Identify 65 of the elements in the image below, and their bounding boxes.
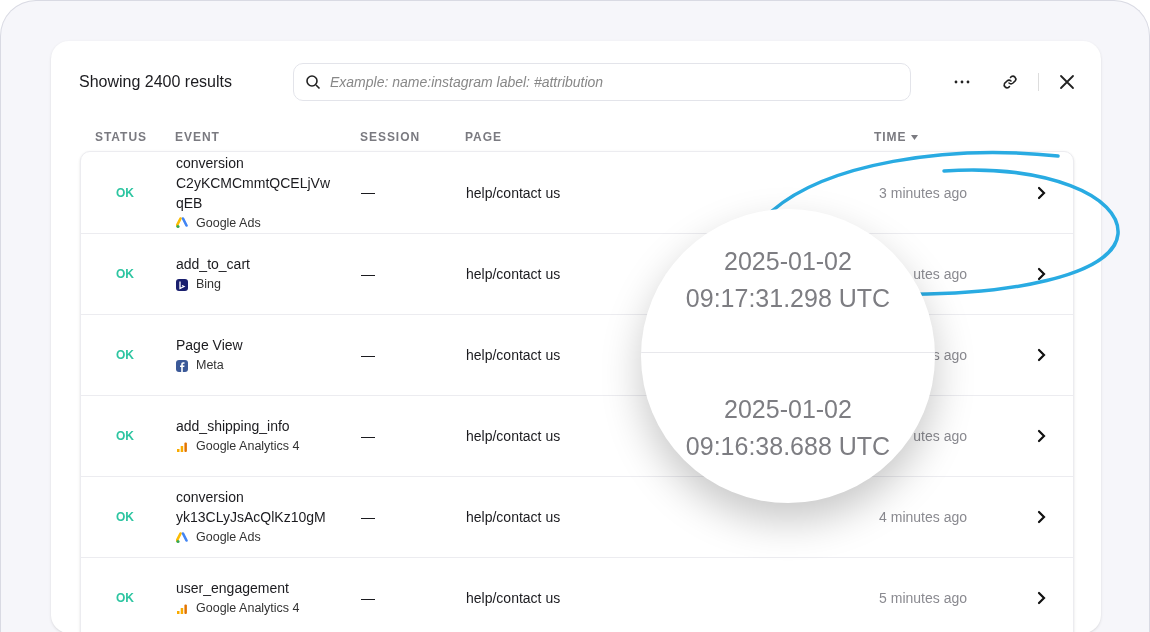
session-cell-text: — bbox=[361, 264, 376, 284]
session-cell-text: — bbox=[361, 183, 376, 202]
lens-date: 2025-01-02 bbox=[724, 394, 852, 425]
status-label: OK bbox=[115, 590, 135, 607]
close-icon bbox=[1059, 74, 1075, 90]
time-cell: 3 minutes ago bbox=[879, 184, 967, 201]
status-label: OK bbox=[115, 428, 135, 445]
triangle-logo-icon bbox=[176, 217, 188, 229]
column-header: EVENT bbox=[175, 129, 220, 146]
chevron-right-icon[interactable] bbox=[1037, 348, 1046, 362]
lens-time: 09:16:38.688 UTC bbox=[685, 431, 891, 462]
event-name: user_engagement bbox=[176, 579, 290, 599]
event-name: Page View bbox=[176, 336, 244, 356]
event-name: add_to_cart bbox=[176, 255, 251, 275]
status-label: OK bbox=[115, 266, 135, 283]
session-cell-text: — bbox=[361, 507, 376, 527]
more-icon bbox=[954, 80, 970, 84]
search-icon bbox=[305, 74, 321, 90]
column-header[interactable]: TIME bbox=[874, 128, 907, 146]
results-count: Showing 2400 results bbox=[79, 72, 233, 92]
status-label: OK bbox=[115, 184, 135, 202]
sort-caret-icon bbox=[910, 134, 918, 140]
event-name: conversion C2yKCMCmmtQCELjVw qEB bbox=[176, 153, 331, 213]
page-cell: help/contact us bbox=[466, 428, 561, 444]
chevron-right-icon[interactable] bbox=[1037, 185, 1046, 200]
f-logo-icon bbox=[176, 359, 188, 372]
session-cell-text: — bbox=[361, 426, 376, 446]
link-icon bbox=[1002, 74, 1018, 90]
status-label: OK bbox=[115, 347, 135, 364]
bar-chart-icon bbox=[176, 602, 188, 615]
chevron-right-icon[interactable] bbox=[1037, 429, 1046, 443]
time-cell: utes ago bbox=[913, 428, 967, 444]
bar-chart-icon bbox=[176, 440, 188, 453]
chevron-right-icon[interactable] bbox=[1037, 267, 1046, 281]
session-cell-text: — bbox=[361, 588, 376, 608]
lens-date: 2025-01-02 bbox=[724, 246, 852, 277]
time-cell: 5 minutes ago bbox=[879, 590, 967, 606]
status-label: OK bbox=[115, 509, 135, 526]
source-name: Google Analytics 4 bbox=[196, 600, 300, 618]
page-cell: help/contact us bbox=[466, 266, 561, 282]
time-cell: utes ago bbox=[913, 266, 967, 282]
column-header: SESSION bbox=[360, 129, 421, 146]
event-name: conversion yk13CLyJsAcQlKz10gM bbox=[176, 488, 327, 528]
time-cell: 4 minutes ago bbox=[879, 509, 967, 525]
page-cell: help/contact us bbox=[466, 509, 561, 525]
source-name: Meta bbox=[196, 357, 224, 375]
triangle-logo-icon bbox=[176, 531, 188, 544]
page-cell: help/contact us bbox=[466, 184, 561, 201]
source-name: Bing bbox=[196, 276, 222, 294]
column-header: STATUS bbox=[95, 129, 147, 146]
column-header: PAGE bbox=[465, 129, 502, 146]
table-row[interactable]: OK conversion C2yKCMCmmtQCELjVw qEB Google Ads — help/contact us 3 minutes ago bbox=[81, 152, 1073, 233]
lens-time: 09:17:31.298 UTC bbox=[685, 283, 891, 314]
table-row[interactable]: OK user_engagement Google Analytics 4 — help/contact us 5 minutes ago bbox=[81, 557, 1073, 632]
page-cell: help/contact us bbox=[466, 347, 561, 363]
page-cell: help/contact us bbox=[466, 590, 561, 606]
source-name: Google Ads bbox=[196, 529, 261, 547]
session-cell-text: — bbox=[361, 345, 376, 365]
source-name: Google Analytics 4 bbox=[196, 438, 300, 456]
source-name: Google Ads bbox=[196, 214, 261, 232]
event-name: add_shipping_info bbox=[176, 417, 291, 437]
chevron-right-icon[interactable] bbox=[1037, 510, 1046, 524]
chevron-right-icon[interactable] bbox=[1037, 591, 1046, 605]
b-logo-icon bbox=[176, 278, 188, 291]
search-field[interactable]: Example: name:instagram label: #attribution bbox=[293, 63, 911, 101]
